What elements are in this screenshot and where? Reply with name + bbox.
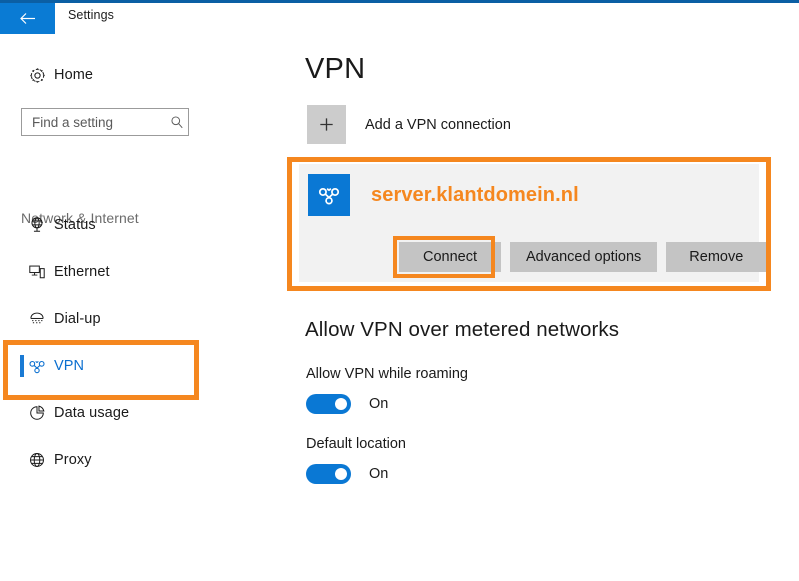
- plus-icon: [307, 105, 346, 144]
- vpn-connection-actions: Connect Advanced options Remove: [399, 242, 767, 272]
- sidebar-item-home[interactable]: Home: [20, 58, 270, 92]
- globe-status-icon: [20, 216, 54, 234]
- dialup-modem-icon: [20, 310, 54, 328]
- sidebar-item-status-label: Status: [54, 217, 96, 233]
- sidebar-item-ethernet[interactable]: Ethernet: [20, 255, 270, 289]
- sidebar-selection-accent: [20, 355, 24, 377]
- default-location-state: On: [369, 466, 389, 482]
- sidebar-item-dialup[interactable]: Dial-up: [20, 302, 270, 336]
- advanced-options-button[interactable]: Advanced options: [510, 242, 658, 272]
- sidebar-item-data-usage[interactable]: Data usage: [20, 396, 270, 430]
- connect-button[interactable]: Connect: [399, 242, 502, 272]
- sidebar-item-data-usage-label: Data usage: [54, 405, 130, 421]
- window-titlebar-strip: [0, 0, 799, 3]
- allow-vpn-roaming-toggle[interactable]: On: [306, 394, 388, 414]
- sidebar-item-status[interactable]: Status: [20, 208, 270, 242]
- sidebar-item-vpn[interactable]: VPN: [20, 349, 270, 383]
- search-input[interactable]: [22, 114, 166, 130]
- sidebar-item-home-label: Home: [54, 67, 94, 83]
- toggle-switch-on-icon: [306, 464, 351, 484]
- pie-chart-icon: [20, 404, 54, 422]
- back-button[interactable]: [0, 3, 55, 34]
- sidebar: Home Network & Internet Status: [0, 34, 285, 581]
- sidebar-item-ethernet-label: Ethernet: [54, 264, 110, 280]
- sidebar-item-vpn-label: VPN: [54, 358, 85, 374]
- add-vpn-connection-button[interactable]: Add a VPN connection: [307, 105, 511, 144]
- sidebar-item-dialup-label: Dial-up: [54, 311, 101, 327]
- allow-vpn-roaming-state: On: [369, 396, 389, 412]
- vpn-icon: [20, 356, 54, 376]
- search-box[interactable]: [21, 108, 189, 136]
- sidebar-item-proxy-label: Proxy: [54, 452, 92, 468]
- vpn-connection-icon: [308, 174, 350, 216]
- default-location-toggle[interactable]: On: [306, 464, 388, 484]
- ethernet-icon: [20, 263, 54, 281]
- allow-vpn-roaming-label: Allow VPN while roaming: [306, 366, 468, 382]
- vpn-connection-card[interactable]: server.klantdomein.nl Connect Advanced o…: [299, 164, 767, 282]
- gear-icon: [20, 67, 54, 84]
- globe-icon: [20, 451, 54, 469]
- vpn-connection-header: server.klantdomein.nl: [308, 174, 579, 216]
- page-title: VPN: [305, 53, 366, 85]
- search-icon[interactable]: [166, 115, 188, 129]
- metered-networks-heading: Allow VPN over metered networks: [305, 318, 620, 341]
- toggle-switch-on-icon: [306, 394, 351, 414]
- back-arrow-icon: [19, 12, 36, 25]
- add-vpn-connection-label: Add a VPN connection: [365, 116, 511, 133]
- vpn-connection-name: server.klantdomein.nl: [371, 183, 579, 206]
- window-title: Settings: [68, 8, 114, 22]
- default-location-label: Default location: [306, 436, 406, 452]
- remove-button[interactable]: Remove: [666, 242, 767, 272]
- sidebar-item-proxy[interactable]: Proxy: [20, 443, 270, 477]
